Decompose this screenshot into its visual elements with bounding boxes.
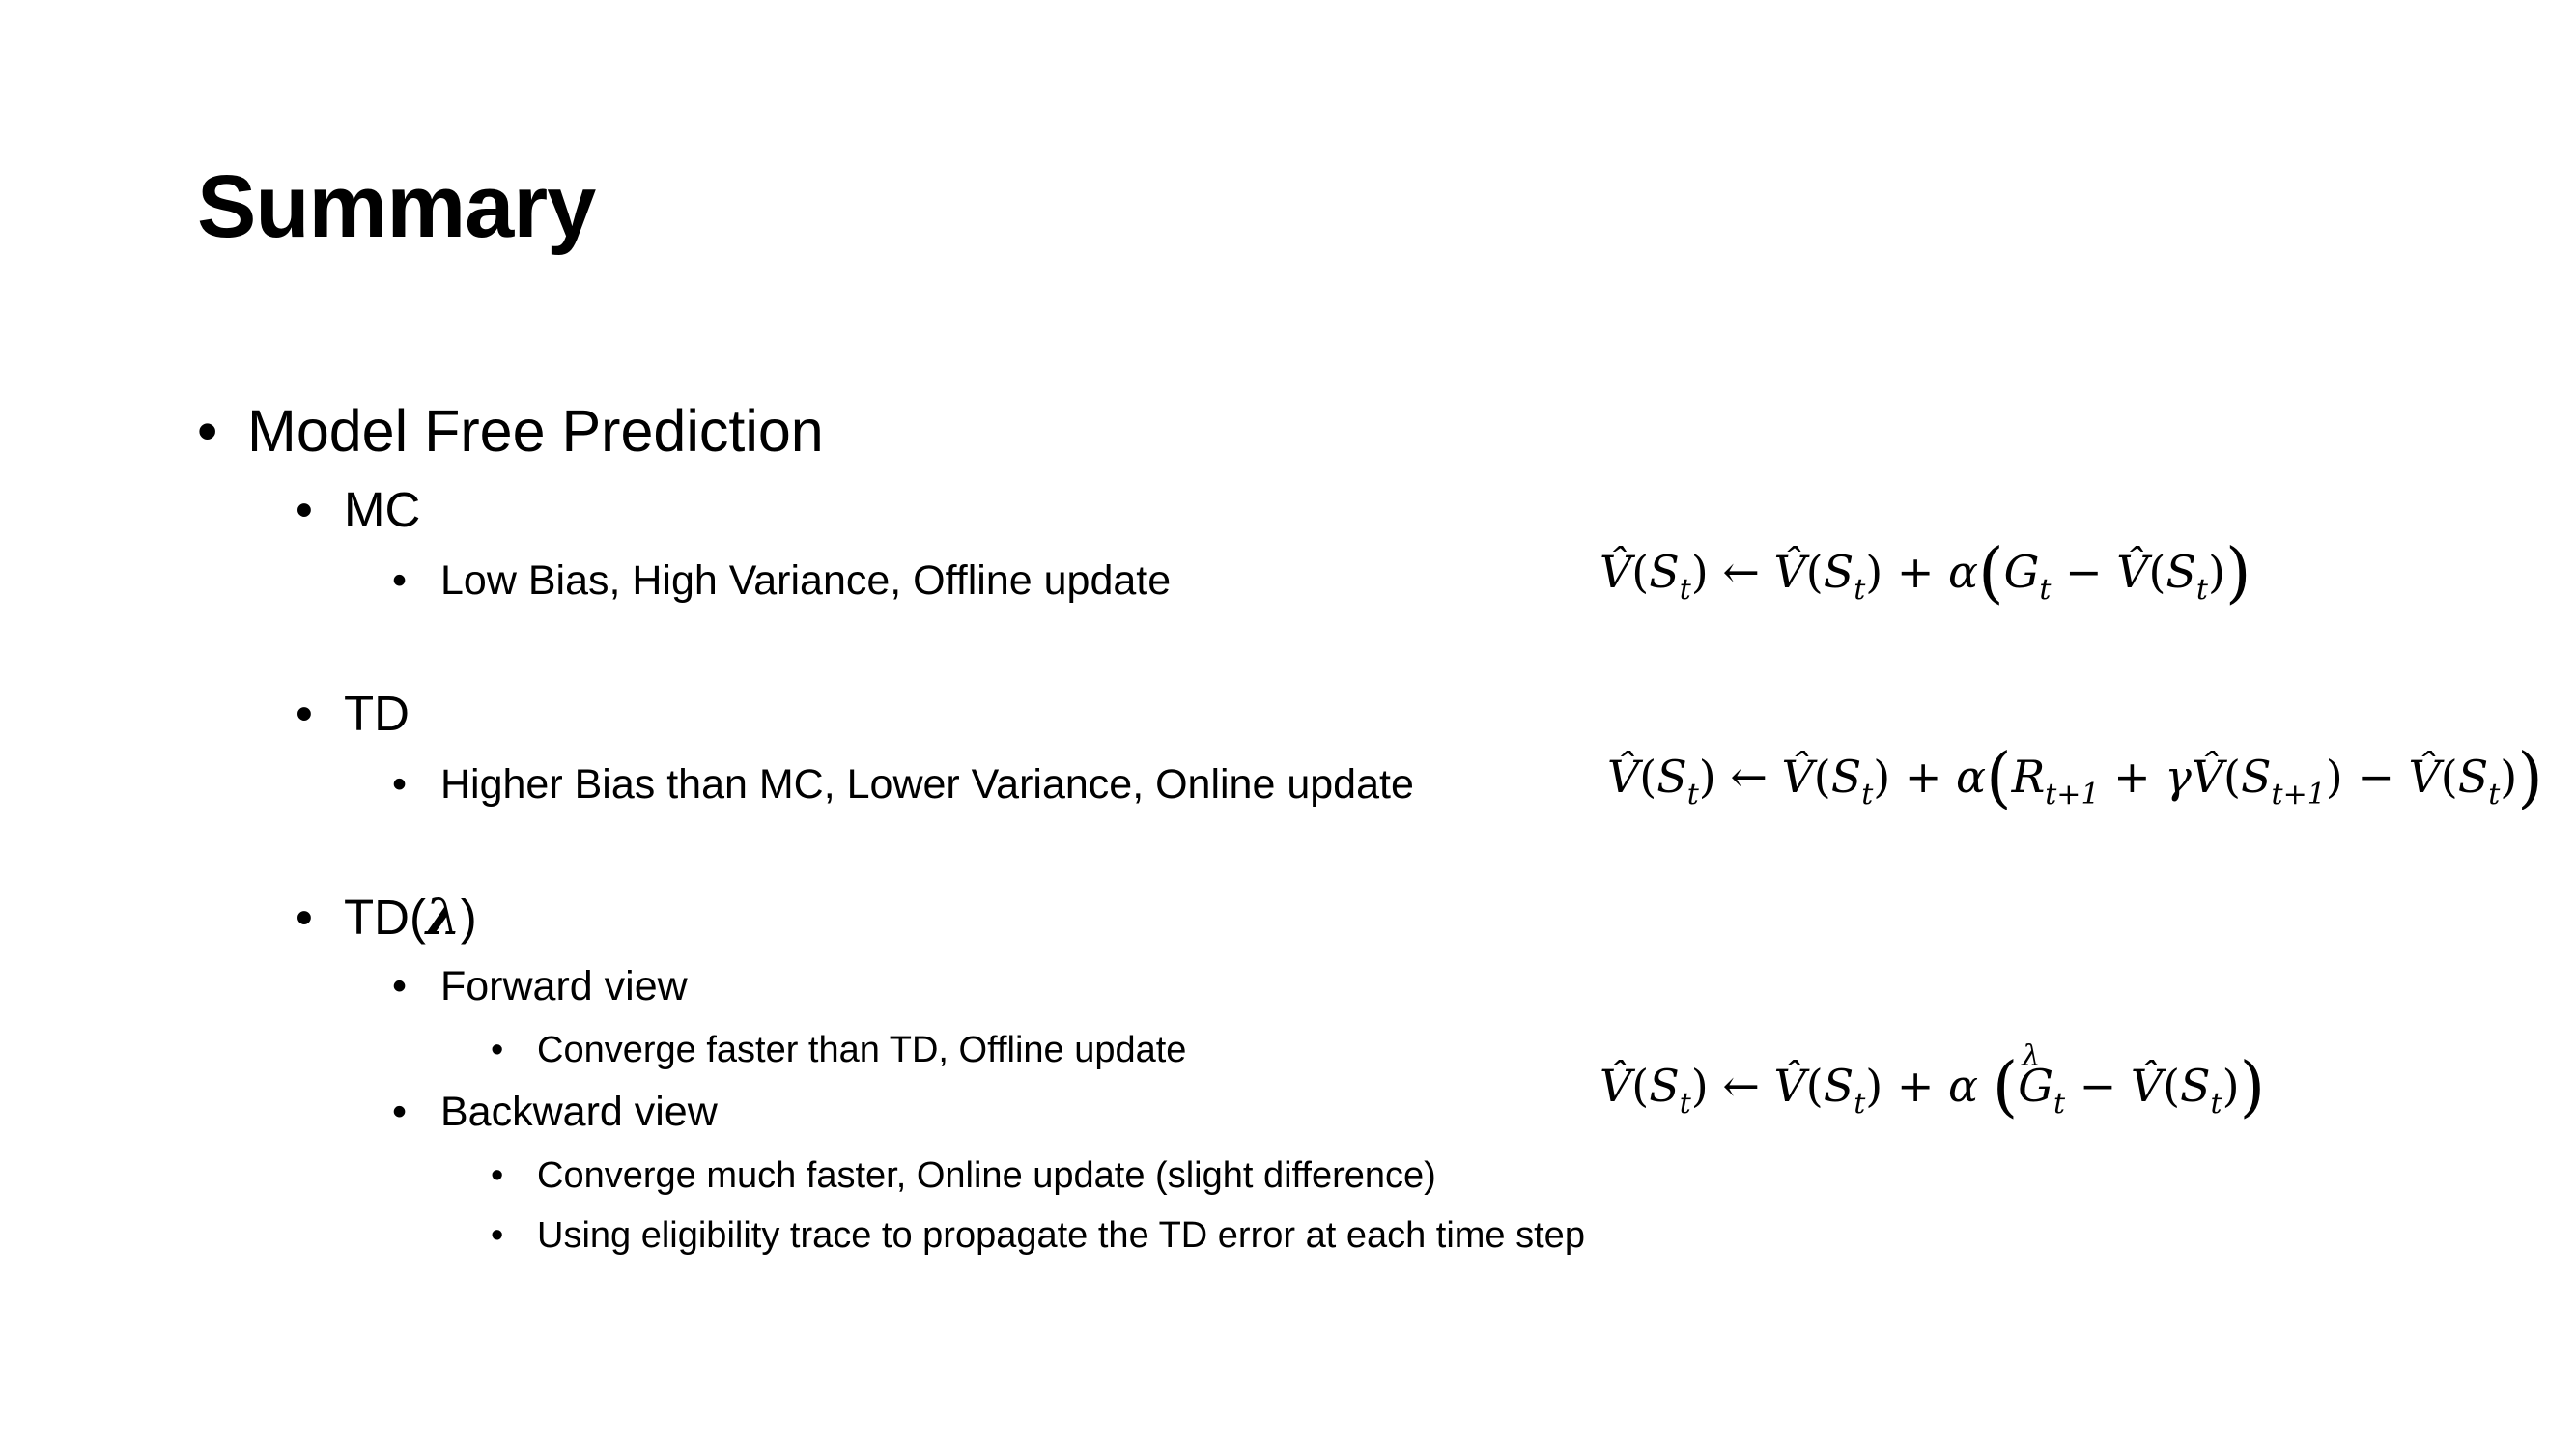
bullet-backward-view: • Backward view <box>392 1092 718 1133</box>
bullet-text: Backward view <box>440 1089 718 1135</box>
bullet-dot: • <box>392 761 408 808</box>
bullet-text: Using eligibility trace to propagate the… <box>537 1215 1585 1256</box>
bullet-td-lambda: • TD(λ) <box>296 893 477 943</box>
slide-title: Summary <box>197 157 596 256</box>
formula-mc: V̂(St) ← V̂(St) + α(Gt − V̂(St)) <box>1599 535 2251 611</box>
bullet-text: Model Free Prediction <box>247 398 824 464</box>
bullet-dot: • <box>392 557 408 604</box>
bullet-text: Forward view <box>440 963 688 1009</box>
bullet-text: Converge much faster, Online update (sli… <box>537 1155 1436 1196</box>
bullet-forward-view: • Forward view <box>392 966 688 1008</box>
bullet-text: Higher Bias than MC, Lower Variance, Onl… <box>440 761 1414 808</box>
bullet-dot: • <box>491 1030 504 1070</box>
bullet-text: MC <box>344 482 421 537</box>
bullet-dot: • <box>392 1089 408 1135</box>
bullet-text: TD <box>344 686 410 741</box>
bullet-dot: • <box>296 686 313 741</box>
bullet-model-free-prediction: • Model Free Prediction <box>197 402 824 461</box>
bullet-backward-detail-2: • Using eligibility trace to propagate t… <box>491 1217 1585 1254</box>
bullet-dot: • <box>296 890 313 945</box>
bullet-backward-detail-1: • Converge much faster, Online update (s… <box>491 1157 1436 1194</box>
bullet-text: TD(λ) <box>344 890 477 945</box>
td-lambda-suffix: ) <box>460 890 477 945</box>
formula-td-lambda: V̂(St) ← V̂(St) + α (G λ t − V̂(St)) <box>1599 1039 2266 1125</box>
bullet-mc-detail: • Low Bias, High Variance, Offline updat… <box>392 560 1171 602</box>
bullet-td: • TD <box>296 689 410 738</box>
bullet-text: Low Bias, High Variance, Offline update <box>440 557 1172 604</box>
bullet-td-detail: • Higher Bias than MC, Lower Variance, O… <box>392 764 1414 806</box>
bullet-dot: • <box>491 1155 504 1196</box>
bullet-dot: • <box>197 398 218 464</box>
bullet-dot: • <box>392 963 408 1009</box>
lambda-symbol: λ <box>425 889 461 947</box>
bullet-mc: • MC <box>296 485 420 534</box>
formula-td: V̂(St) ← V̂(St) + α(Rt+1 + γV̂(St+1) − V… <box>1607 740 2543 816</box>
bullet-dot: • <box>491 1215 504 1256</box>
bullet-text: Converge faster than TD, Offline update <box>537 1030 1187 1070</box>
bullet-dot: • <box>296 482 313 537</box>
bullet-forward-detail: • Converge faster than TD, Offline updat… <box>491 1032 1186 1068</box>
td-lambda-prefix: TD( <box>344 890 426 945</box>
